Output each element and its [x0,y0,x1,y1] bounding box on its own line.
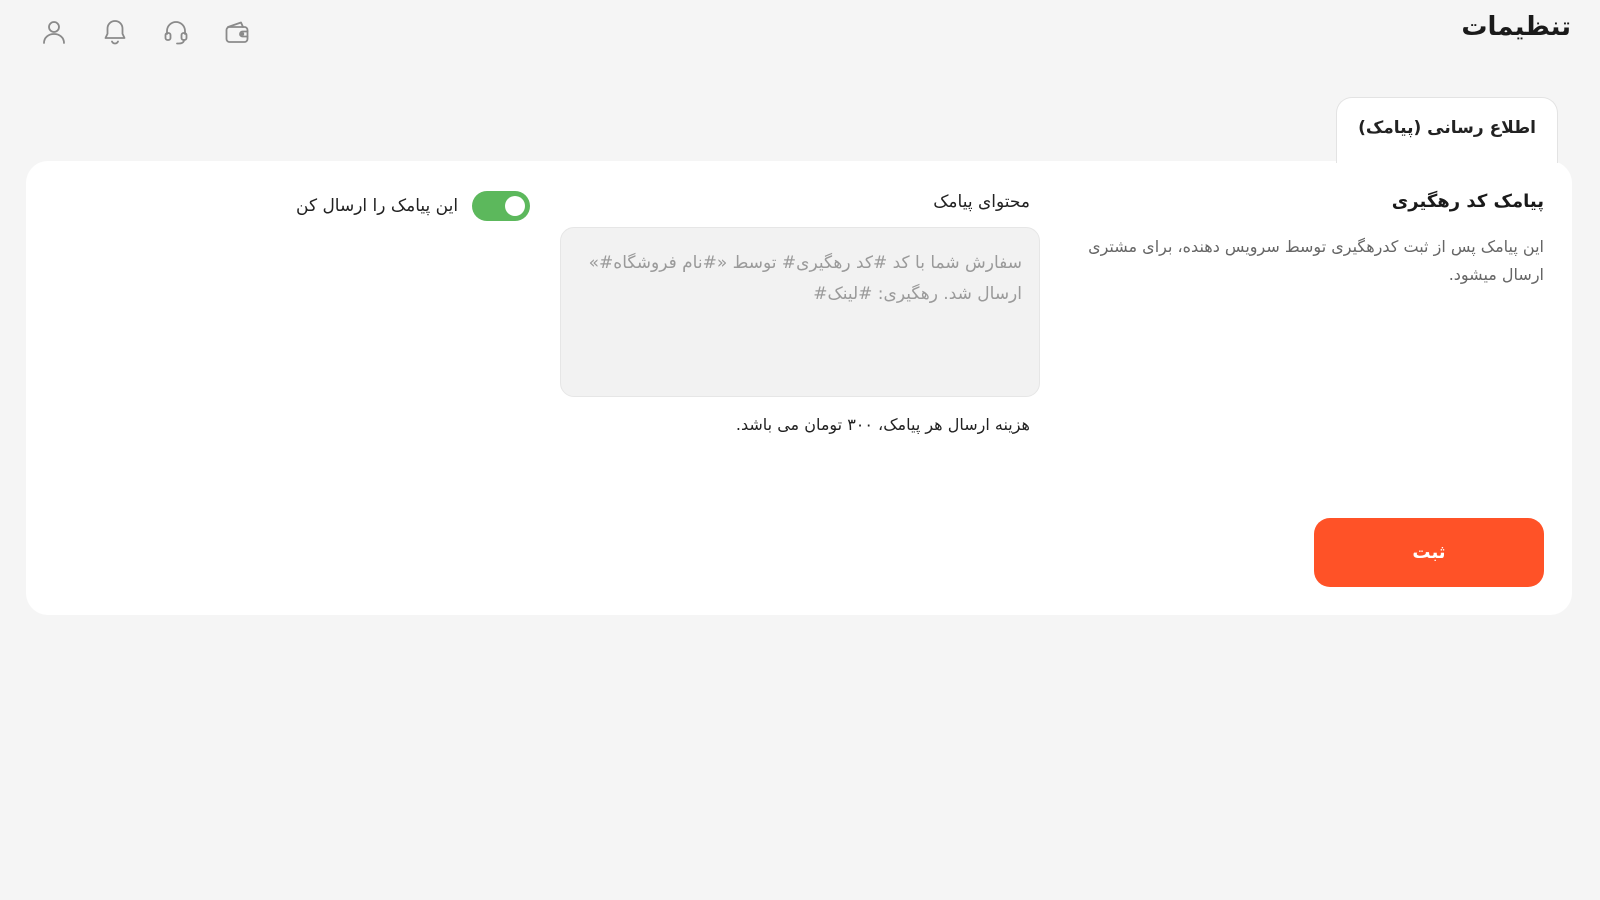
sms-content-label: محتوای پیامک [933,192,1030,212]
user-icon[interactable] [38,16,70,48]
send-sms-toggle-label: این پیامک را ارسال کن [296,196,459,216]
sms-content-input[interactable] [560,227,1040,397]
header-icon-bar [38,16,253,48]
tab-sms-notification[interactable]: اطلاع رسانی (پیامک) [1336,97,1558,163]
toggle-knob [505,196,526,216]
wallet-icon[interactable] [221,16,253,48]
headset-icon[interactable] [160,16,192,48]
page-title: تنظیمات [1461,12,1571,42]
send-sms-toggle-group: این پیامک را ارسال کن [296,191,531,221]
send-sms-toggle[interactable] [472,191,531,221]
submit-button[interactable]: ثبت [1314,518,1544,587]
top-header: تنظیمات [0,0,1600,64]
sms-cost-note: هزینه ارسال هر پیامک، ۳۰۰ تومان می باشد. [735,415,1030,434]
settings-card: پیامک کد رهگیری این پیامک پس از ثبت کدره… [26,161,1572,615]
section-title: پیامک کد رهگیری [1391,191,1544,212]
section-description: این پیامک پس از ثبت کدرهگیری توسط سرویس … [1088,237,1544,284]
bell-icon[interactable] [99,16,131,48]
